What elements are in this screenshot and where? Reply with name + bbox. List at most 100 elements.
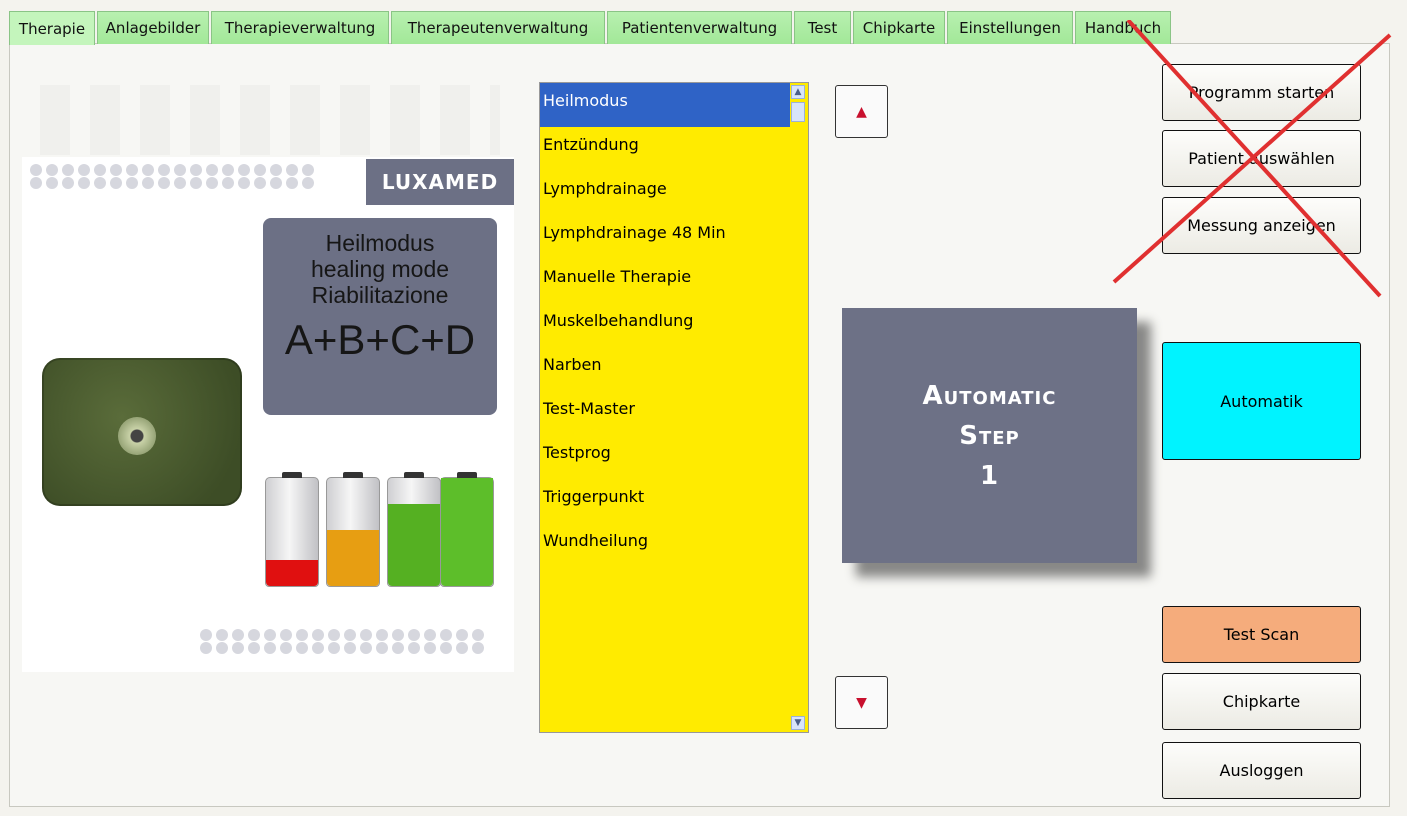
list-item[interactable]: Heilmodus xyxy=(540,83,790,127)
dot xyxy=(62,177,74,189)
dot xyxy=(360,629,372,641)
dot xyxy=(222,177,234,189)
dot xyxy=(62,164,74,176)
test-scan-button[interactable]: Test Scan xyxy=(1162,606,1361,663)
mode-line-en: healing mode xyxy=(310,256,450,282)
dot xyxy=(190,177,202,189)
scroll-down-icon[interactable]: ▼ xyxy=(791,716,805,730)
battery-high-icon xyxy=(387,472,441,587)
list-item[interactable]: Lymphdrainage 48 Min xyxy=(540,215,790,259)
dot xyxy=(232,642,244,654)
tab-patientenverwaltung[interactable]: Patientenverwaltung xyxy=(607,11,792,44)
chipkarte-button[interactable]: Chipkarte xyxy=(1162,673,1361,730)
dot xyxy=(424,642,436,654)
dot xyxy=(142,164,154,176)
logout-button[interactable]: Ausloggen xyxy=(1162,742,1361,799)
dot xyxy=(280,642,292,654)
dot xyxy=(376,642,388,654)
dot xyxy=(456,629,468,641)
battery-medium-icon xyxy=(326,472,380,587)
tab-anlagebilder[interactable]: Anlagebilder xyxy=(97,11,209,44)
dot xyxy=(296,642,308,654)
dot xyxy=(94,177,106,189)
background-watermark xyxy=(40,85,500,155)
electrode-pad-image xyxy=(42,358,242,506)
list-item[interactable]: Test-Master xyxy=(540,391,790,435)
dot xyxy=(248,642,260,654)
dot xyxy=(78,177,90,189)
dot xyxy=(110,164,122,176)
dot xyxy=(344,629,356,641)
move-down-button[interactable]: ▼ xyxy=(835,676,888,729)
list-item[interactable]: Lymphdrainage xyxy=(540,171,790,215)
overlay-line-1: Automatic xyxy=(922,380,1057,411)
list-item[interactable]: Entzündung xyxy=(540,127,790,171)
dot xyxy=(360,642,372,654)
dot-pattern-top xyxy=(30,164,318,189)
channels-label: A+B+C+D xyxy=(284,316,476,363)
arrow-up-icon: ▲ xyxy=(856,103,867,120)
scroll-thumb[interactable] xyxy=(791,102,805,122)
tab-einstellungen[interactable]: Einstellungen xyxy=(947,11,1073,44)
dot xyxy=(456,642,468,654)
dot xyxy=(30,164,42,176)
tab-therapie[interactable]: Therapie xyxy=(9,11,95,45)
dot xyxy=(46,164,58,176)
dot xyxy=(408,642,420,654)
dot xyxy=(30,177,42,189)
dot xyxy=(238,164,250,176)
dot xyxy=(264,642,276,654)
dot xyxy=(270,164,282,176)
dot xyxy=(200,642,212,654)
scroll-up-icon[interactable]: ▲ xyxy=(791,85,805,99)
dot xyxy=(200,629,212,641)
battery-low-icon xyxy=(265,472,319,587)
list-scrollbar[interactable]: ▲ ▼ xyxy=(790,84,807,731)
dot xyxy=(472,642,484,654)
dot xyxy=(344,642,356,654)
dot xyxy=(254,177,266,189)
tab-chipkarte[interactable]: Chipkarte xyxy=(853,11,945,44)
dot xyxy=(312,629,324,641)
dot xyxy=(472,629,484,641)
dot xyxy=(424,629,436,641)
dot xyxy=(126,164,138,176)
tab-handbuch[interactable]: Handbuch xyxy=(1075,11,1171,44)
dot xyxy=(312,642,324,654)
therapy-image: LUXAMED Heilmodus healing mode Riabilita… xyxy=(22,157,514,672)
show-measurement-button[interactable]: Messung anzeigen xyxy=(1162,197,1361,254)
list-item[interactable]: Manuelle Therapie xyxy=(540,259,790,303)
list-item[interactable]: Narben xyxy=(540,347,790,391)
dot xyxy=(302,164,314,176)
dot xyxy=(78,164,90,176)
dot xyxy=(440,642,452,654)
list-item[interactable]: Testprog xyxy=(540,435,790,479)
list-item[interactable]: Triggerpunkt xyxy=(540,479,790,523)
dot xyxy=(206,177,218,189)
select-patient-button[interactable]: Patient auswählen xyxy=(1162,130,1361,187)
program-list[interactable]: Heilmodus Entzündung Lymphdrainage Lymphdra… xyxy=(539,82,809,733)
tab-therapeutenverwaltung[interactable]: Therapeutenverwaltung xyxy=(391,11,605,44)
overlay-line-2: Step xyxy=(959,420,1020,451)
move-up-button[interactable]: ▲ xyxy=(835,85,888,138)
tab-therapieverwaltung[interactable]: Therapieverwaltung xyxy=(211,11,389,44)
dot xyxy=(328,629,340,641)
start-program-button[interactable]: Programm starten xyxy=(1162,64,1361,121)
tab-test[interactable]: Test xyxy=(794,11,851,44)
dot xyxy=(254,164,266,176)
list-item[interactable]: Muskelbehandlung xyxy=(540,303,790,347)
dot xyxy=(286,164,298,176)
dot xyxy=(408,629,420,641)
dot xyxy=(440,629,452,641)
automatic-step-overlay: Automatic Step 1 xyxy=(842,308,1137,563)
automatik-button[interactable]: Automatik xyxy=(1162,342,1361,460)
dot xyxy=(94,164,106,176)
dot xyxy=(110,177,122,189)
dot xyxy=(174,164,186,176)
list-item[interactable]: Wundheilung xyxy=(540,523,790,567)
dot xyxy=(126,177,138,189)
dot xyxy=(376,629,388,641)
dot xyxy=(302,177,314,189)
dot xyxy=(232,629,244,641)
mode-line-de: Heilmodus xyxy=(325,230,435,256)
